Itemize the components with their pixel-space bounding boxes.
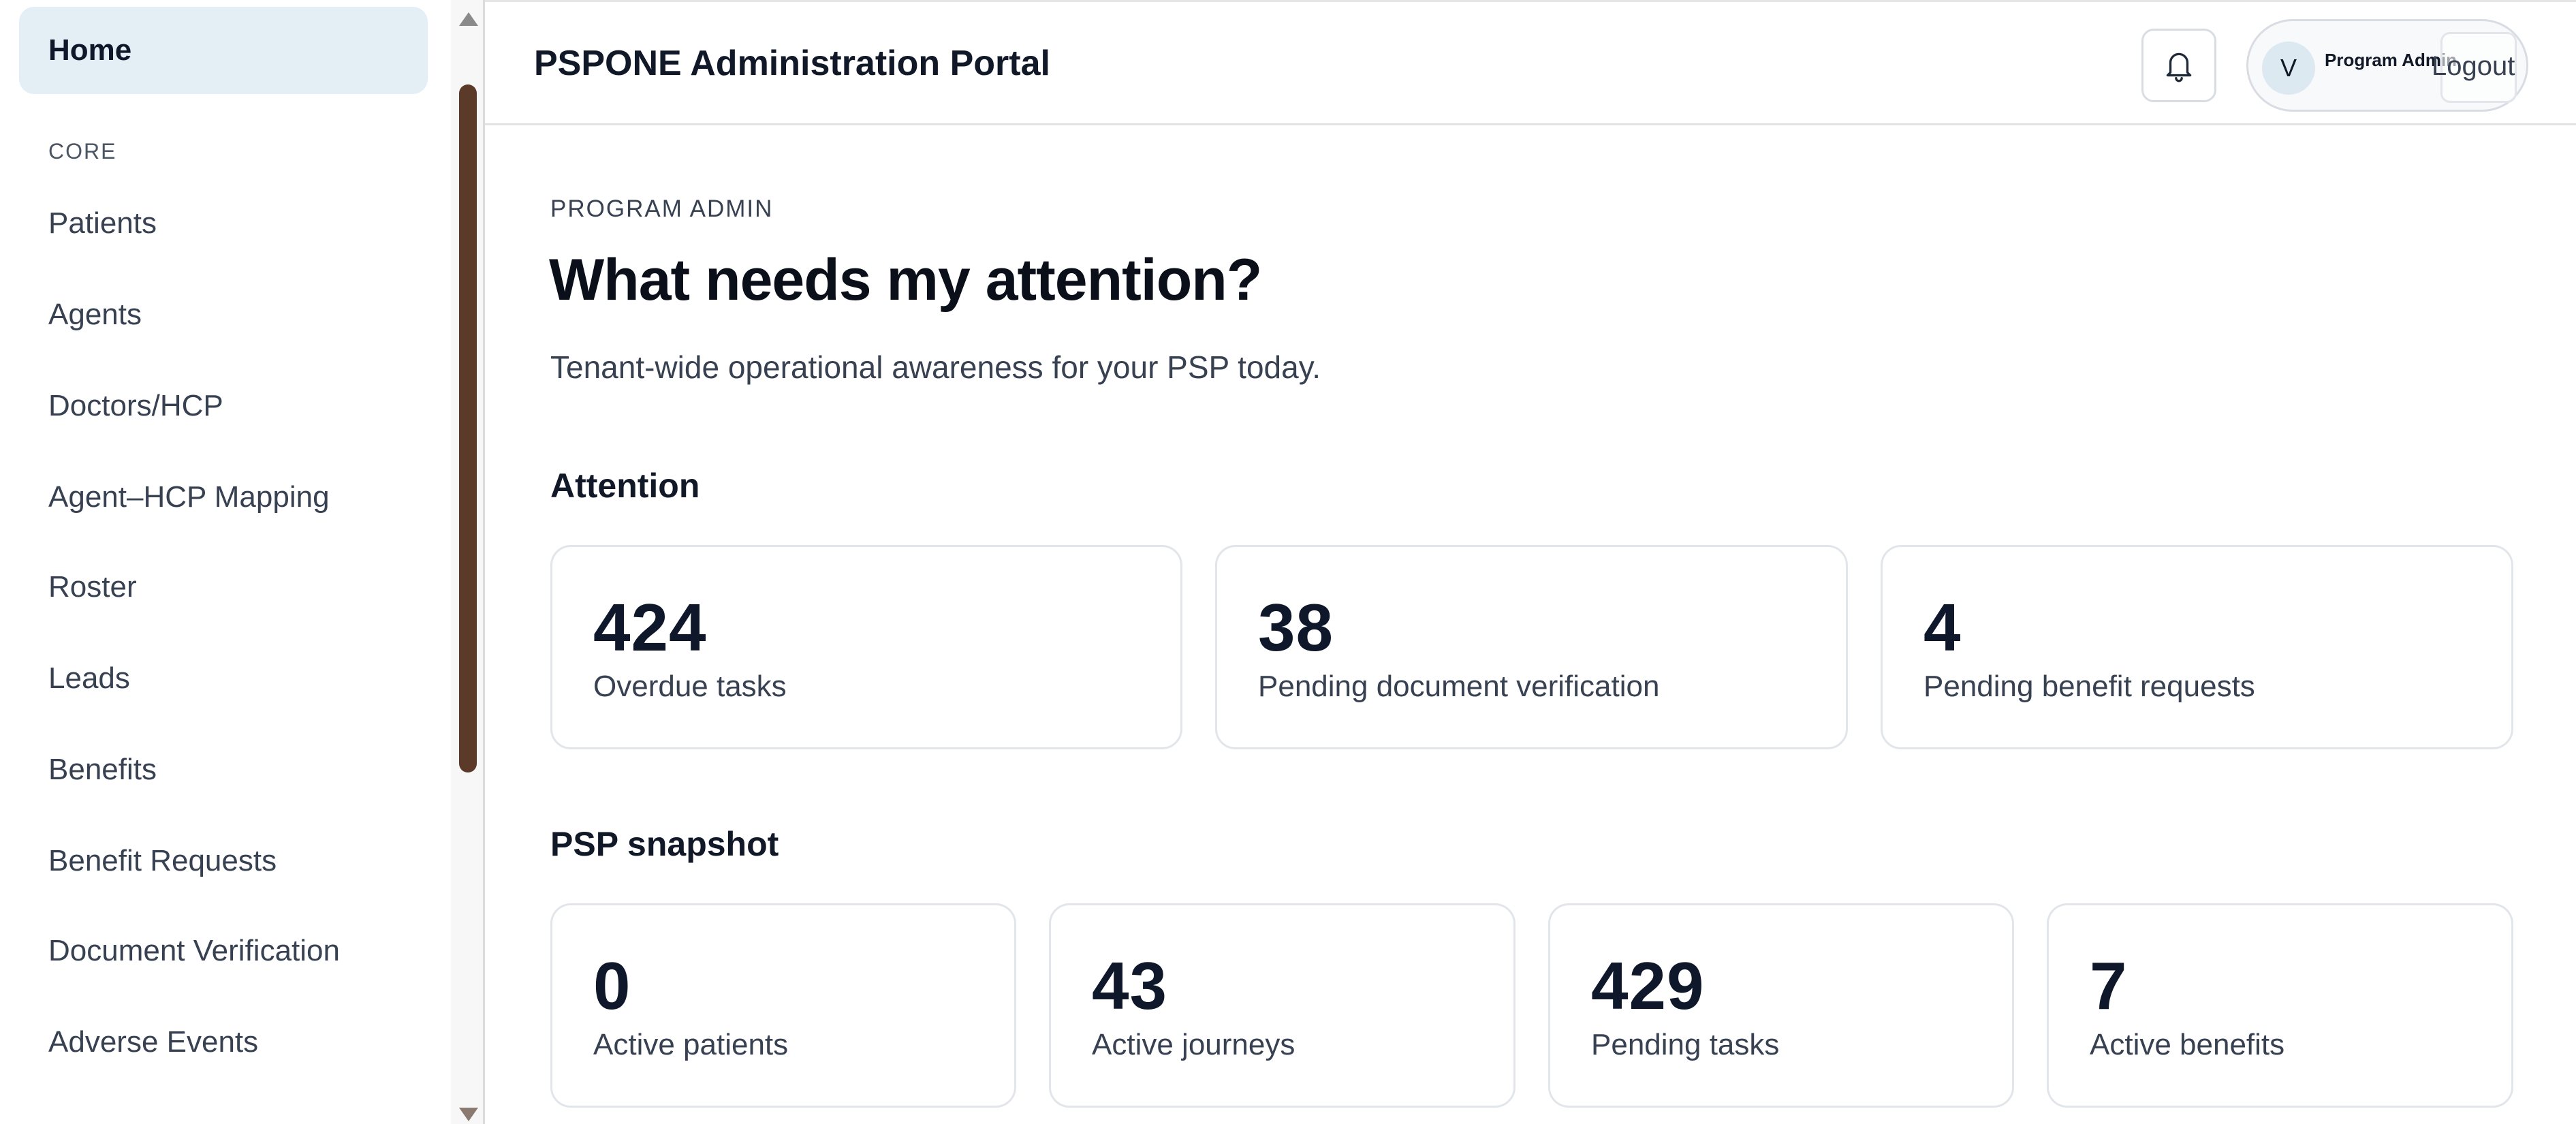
page-title: What needs my attention? — [549, 247, 1262, 313]
page-eyebrow: PROGRAM ADMIN — [550, 196, 774, 222]
sidebar-item-agent-hcp-mapping[interactable]: Agent–HCP Mapping — [19, 454, 428, 541]
stat-card-active-journeys[interactable]: 43 Active journeys — [1049, 903, 1515, 1108]
sidebar-item-home[interactable]: Home — [19, 7, 428, 94]
sidebar-item-label: Patients — [48, 206, 157, 240]
sidebar-item-benefit-requests[interactable]: Benefit Requests — [19, 817, 428, 905]
avatar-initial: V — [2280, 54, 2297, 82]
stat-value: 38 — [1258, 590, 1334, 665]
stat-card-pending-document-verification[interactable]: 38 Pending document verification — [1215, 545, 1848, 749]
stat-label: Active journeys — [1092, 1028, 1295, 1061]
sidebar-item-label: Benefit Requests — [48, 844, 277, 877]
stat-label: Active benefits — [2090, 1028, 2285, 1061]
stat-value: 0 — [593, 948, 631, 1023]
stat-card-overdue-tasks[interactable]: 424 Overdue tasks — [550, 545, 1182, 749]
stat-value: 43 — [1092, 948, 1168, 1023]
sidebar-item-patients[interactable]: Patients — [19, 180, 428, 267]
sidebar-item-doctors-hcp[interactable]: Doctors/HCP — [19, 362, 428, 450]
stat-value: 4 — [1923, 590, 1962, 665]
top-header: PSPONE Administration Portal V Program A… — [485, 0, 2576, 125]
sidebar-item-roster[interactable]: Roster — [19, 544, 428, 631]
sidebar-item-label: Document Verification — [48, 934, 340, 967]
scroll-up-arrow-icon[interactable] — [459, 12, 478, 26]
sidebar-item-benefits[interactable]: Benefits — [19, 726, 428, 813]
sidebar-item-label: Benefits — [48, 753, 157, 786]
notifications-button[interactable] — [2141, 29, 2216, 102]
sidebar-section-core: CORE — [48, 139, 117, 163]
sidebar: Home CORE Patients Agents Doctors/HCP Ag… — [0, 0, 451, 1124]
sidebar-item-document-verification[interactable]: Document Verification — [19, 907, 428, 995]
sidebar-item-label: Adverse Events — [48, 1025, 259, 1059]
stat-label: Active patients — [593, 1028, 789, 1061]
sidebar-item-label: Home — [48, 33, 132, 67]
bell-icon — [2166, 52, 2192, 82]
stat-value: 424 — [593, 590, 707, 665]
stat-value: 429 — [1591, 948, 1705, 1023]
sidebar-item-label: Roster — [48, 570, 137, 604]
stat-card-active-patients[interactable]: 0 Active patients — [550, 903, 1016, 1108]
sidebar-item-label: Agent–HCP Mapping — [48, 480, 330, 514]
avatar: V — [2262, 42, 2315, 95]
stat-label: Pending tasks — [1591, 1028, 1780, 1061]
sidebar-item-leads[interactable]: Leads — [19, 635, 428, 722]
stat-card-pending-benefit-requests[interactable]: 4 Pending benefit requests — [1881, 545, 2513, 749]
stat-value: 7 — [2090, 948, 2128, 1023]
sidebar-scrollbar[interactable] — [451, 0, 485, 1124]
app-root: Home CORE Patients Agents Doctors/HCP Ag… — [0, 0, 2576, 1124]
sidebar-item-label: Agents — [48, 298, 142, 331]
logout-button-label[interactable]: Logout — [2432, 51, 2515, 82]
sidebar-item-agents[interactable]: Agents — [19, 271, 428, 358]
attention-heading: Attention — [550, 467, 700, 505]
sidebar-item-label: Doctors/HCP — [48, 389, 223, 422]
sidebar-item-adverse-events[interactable]: Adverse Events — [19, 999, 428, 1086]
stat-card-active-benefits[interactable]: 7 Active benefits — [2047, 903, 2513, 1108]
page-subtitle: Tenant-wide operational awareness for yo… — [550, 349, 1321, 385]
scroll-down-arrow-icon[interactable] — [459, 1108, 478, 1121]
psp-snapshot-heading: PSP snapshot — [550, 825, 779, 863]
scrollbar-thumb[interactable] — [459, 84, 477, 772]
stat-label: Overdue tasks — [593, 670, 787, 703]
stat-label: Pending benefit requests — [1923, 670, 2255, 703]
sidebar-item-label: Leads — [48, 661, 130, 695]
portal-title: PSPONE Administration Portal — [534, 44, 1050, 83]
stat-card-pending-tasks[interactable]: 429 Pending tasks — [1548, 903, 2014, 1108]
stat-label: Pending document verification — [1258, 670, 1660, 703]
